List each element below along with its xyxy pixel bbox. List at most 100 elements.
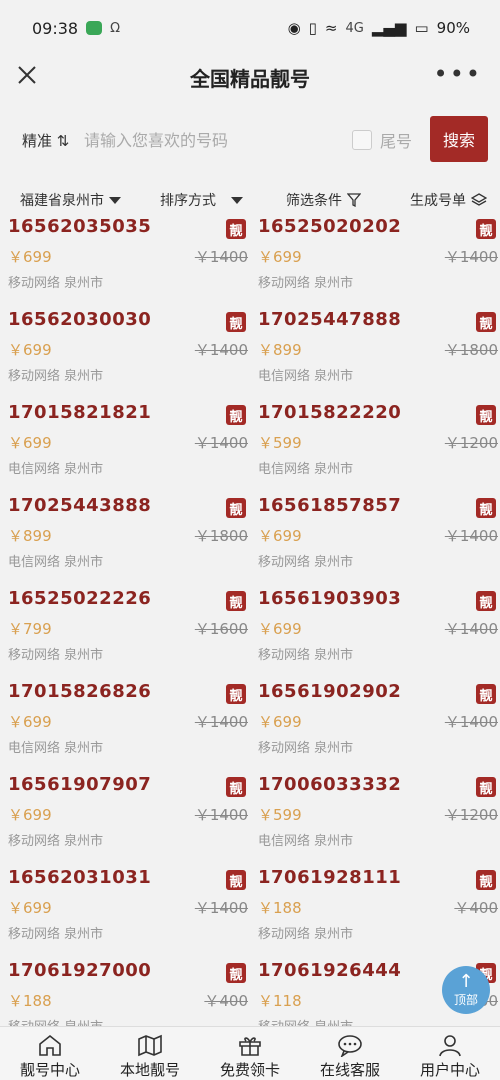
number-grid: 16562035035 靓 ￥699 ￥1400 移动网络 泉州市 16525020202… — [0, 218, 500, 1026]
nav-label: 靓号中心 — [19, 1061, 80, 1079]
sale-price: ￥899 — [258, 341, 302, 359]
region-filter[interactable]: 福建省泉州市 — [20, 190, 121, 210]
premium-badge: 靓 — [476, 312, 496, 332]
original-price: ￥1600 — [194, 620, 248, 638]
phone-number: 16562031031 — [8, 867, 152, 888]
bottom-nav: 靓号中心 本地靓号 免费领卡 在线客服 用户中心 — [0, 1026, 500, 1080]
phone-number: 17015822220 — [258, 402, 402, 423]
generate-list-filter[interactable]: 生成号单 — [410, 190, 487, 210]
number-card[interactable]: 16561902902 靓 ￥699 ￥1400 移动网络 泉州市 — [258, 679, 498, 772]
phone-number: 16525022226 — [8, 588, 152, 609]
filter-icon — [347, 193, 361, 207]
original-price: ￥400 — [204, 992, 248, 1010]
sale-price: ￥699 — [258, 713, 302, 731]
condition-filter[interactable]: 筛选条件 — [286, 190, 361, 210]
sale-price: ￥118 — [258, 992, 302, 1010]
region-filter-label: 福建省泉州市 — [20, 193, 104, 209]
phone-number: 16525020202 — [258, 218, 402, 237]
premium-badge: 靓 — [226, 963, 246, 983]
original-price: ￥1400 — [444, 713, 498, 731]
number-card[interactable]: 17061928111 靓 ￥188 ￥400 移动网络 泉州市 — [258, 865, 498, 958]
number-card[interactable]: 16562031031 靓 ￥699 ￥1400 移动网络 泉州市 — [8, 865, 248, 958]
number-card[interactable]: 17015821821 靓 ￥699 ￥1400 电信网络 泉州市 — [8, 400, 248, 493]
premium-badge: 靓 — [226, 591, 246, 611]
number-card[interactable]: 17025443888 靓 ￥899 ￥1800 电信网络 泉州市 — [8, 493, 248, 586]
tail-label: 尾号 — [380, 132, 413, 151]
number-card[interactable]: 17025447888 靓 ￥899 ￥1800 电信网络 泉州市 — [258, 307, 498, 400]
gift-icon — [239, 1037, 261, 1056]
original-price: ￥1800 — [444, 341, 498, 359]
close-icon[interactable] — [14, 62, 40, 88]
phone-number: 17015821821 — [8, 402, 152, 423]
number-card[interactable]: 16562030030 靓 ￥699 ￥1400 移动网络 泉州市 — [8, 307, 248, 400]
original-price: ￥1200 — [444, 434, 498, 452]
premium-badge: 靓 — [226, 684, 246, 704]
chat-icon — [338, 1035, 362, 1057]
network-location: 移动网络 泉州市 — [8, 834, 104, 849]
number-card[interactable]: 16561857857 靓 ￥699 ￥1400 移动网络 泉州市 — [258, 493, 498, 586]
generate-list-label: 生成号单 — [410, 193, 466, 209]
premium-badge: 靓 — [476, 219, 496, 239]
tail-checkbox[interactable] — [352, 130, 372, 150]
nav-item-support[interactable]: 在线客服 — [300, 1027, 400, 1080]
home-icon — [39, 1034, 61, 1056]
original-price: ￥1400 — [444, 620, 498, 638]
search-input[interactable] — [84, 120, 342, 160]
phone-number: 17025447888 — [258, 309, 402, 330]
nav-label: 免费领卡 — [219, 1061, 280, 1079]
original-price: ￥1800 — [194, 527, 248, 545]
network-location: 移动网络 泉州市 — [8, 369, 104, 384]
map-icon — [138, 1034, 162, 1057]
nav-item-local[interactable]: 本地靓号 — [100, 1027, 200, 1080]
number-card[interactable]: 16525020202 靓 ￥699 ￥1400 移动网络 泉州市 — [258, 218, 498, 307]
sale-price: ￥699 — [8, 899, 52, 917]
precise-toggle[interactable]: 精准 ⇅ — [22, 130, 82, 151]
phone-number: 17025443888 — [8, 495, 152, 516]
phone-number: 17061926444 — [258, 960, 402, 981]
network-location: 移动网络 泉州市 — [258, 741, 354, 756]
number-card[interactable]: 16561903903 靓 ￥699 ￥1400 移动网络 泉州市 — [258, 586, 498, 679]
page-title: 全国精品靓号 — [190, 66, 310, 91]
premium-badge: 靓 — [226, 870, 246, 890]
original-price: ￥1400 — [194, 434, 248, 452]
original-price: ￥1400 — [444, 527, 498, 545]
network-location: 移动网络 泉州市 — [8, 648, 104, 663]
nav-item-home[interactable]: 靓号中心 — [0, 1027, 100, 1080]
sale-price: ￥699 — [258, 248, 302, 266]
network-location: 电信网络 泉州市 — [8, 741, 104, 756]
network-location: 电信网络 泉州市 — [8, 462, 104, 477]
nav-label: 本地靓号 — [119, 1061, 180, 1079]
phone-number: 17015826826 — [8, 681, 152, 702]
notification-icon: Ω — [110, 20, 121, 36]
back-to-top-button[interactable]: ↑ 顶部 — [442, 966, 490, 1014]
phone-number: 16561902902 — [258, 681, 402, 702]
number-card[interactable]: 16525022226 靓 ￥799 ￥1600 移动网络 泉州市 — [8, 586, 248, 679]
number-card[interactable]: 16562035035 靓 ￥699 ￥1400 移动网络 泉州市 — [8, 218, 248, 307]
nav-item-user[interactable]: 用户中心 — [400, 1027, 500, 1080]
premium-badge: 靓 — [476, 777, 496, 797]
sale-price: ￥699 — [8, 341, 52, 359]
more-icon[interactable]: ••• — [434, 62, 482, 86]
phone-number: 17061927000 — [8, 960, 152, 981]
network-location: 电信网络 泉州市 — [258, 462, 354, 477]
number-card[interactable]: 16561907907 靓 ￥699 ￥1400 移动网络 泉州市 — [8, 772, 248, 865]
network-type: 4G — [345, 20, 364, 36]
network-location: 移动网络 泉州市 — [258, 648, 354, 663]
search-button[interactable]: 搜索 — [430, 116, 488, 162]
layers-icon — [471, 193, 487, 206]
eye-icon: ◉ — [287, 19, 301, 37]
premium-badge: 靓 — [226, 312, 246, 332]
number-card[interactable]: 17061927000 靓 ￥188 ￥400 移动网络 泉州市 — [8, 958, 248, 1026]
user-icon — [439, 1035, 461, 1057]
status-time: 09:38 — [32, 18, 79, 38]
number-card[interactable]: 17006033332 靓 ￥599 ￥1200 电信网络 泉州市 — [258, 772, 498, 865]
search-bar: 精准 ⇅ 尾号 搜索 — [0, 116, 500, 164]
nav-item-free-card[interactable]: 免费领卡 — [200, 1027, 300, 1080]
filter-bar: 福建省泉州市 排序方式 筛选条件 生成号单 — [0, 186, 500, 214]
sale-price: ￥599 — [258, 434, 302, 452]
number-card[interactable]: 17015822220 靓 ￥599 ￥1200 电信网络 泉州市 — [258, 400, 498, 493]
sale-price: ￥799 — [8, 620, 52, 638]
sort-filter[interactable]: 排序方式 — [160, 190, 243, 210]
sale-price: ￥699 — [8, 434, 52, 452]
number-card[interactable]: 17015826826 靓 ￥699 ￥1400 电信网络 泉州市 — [8, 679, 248, 772]
